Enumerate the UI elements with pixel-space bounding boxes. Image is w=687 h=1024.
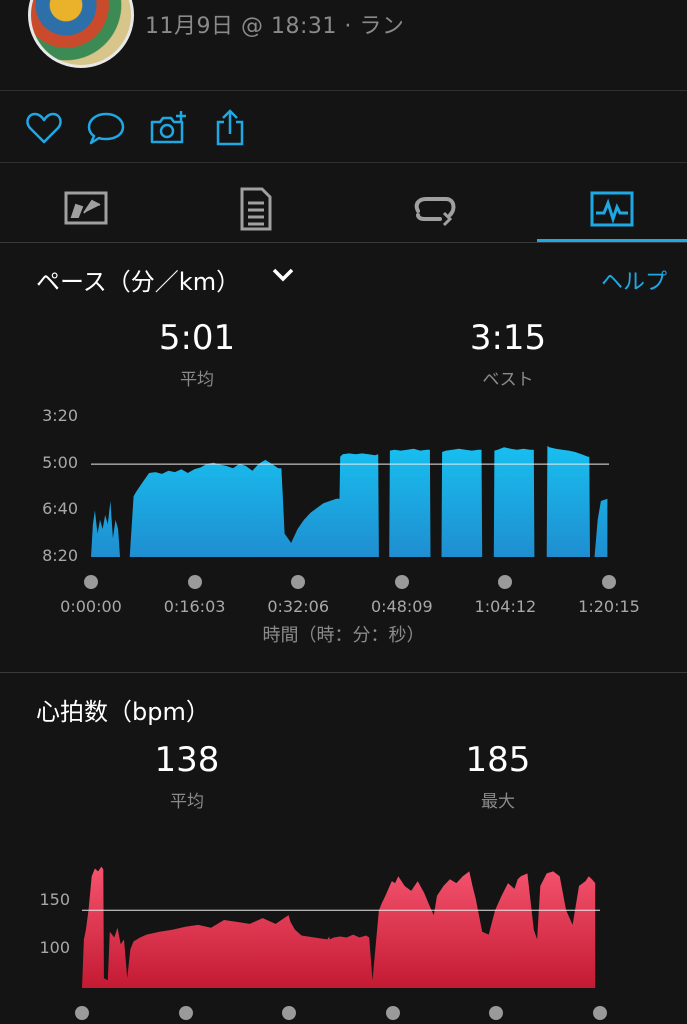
hr-x-tick-dot [593,1006,607,1020]
hr-x-tick-dot [385,1006,400,1020]
hr-x-tick-dot [75,1006,89,1020]
hr-x-tick-dot [178,1006,193,1020]
hr-chart [82,866,600,988]
hr-series-area [82,866,596,988]
